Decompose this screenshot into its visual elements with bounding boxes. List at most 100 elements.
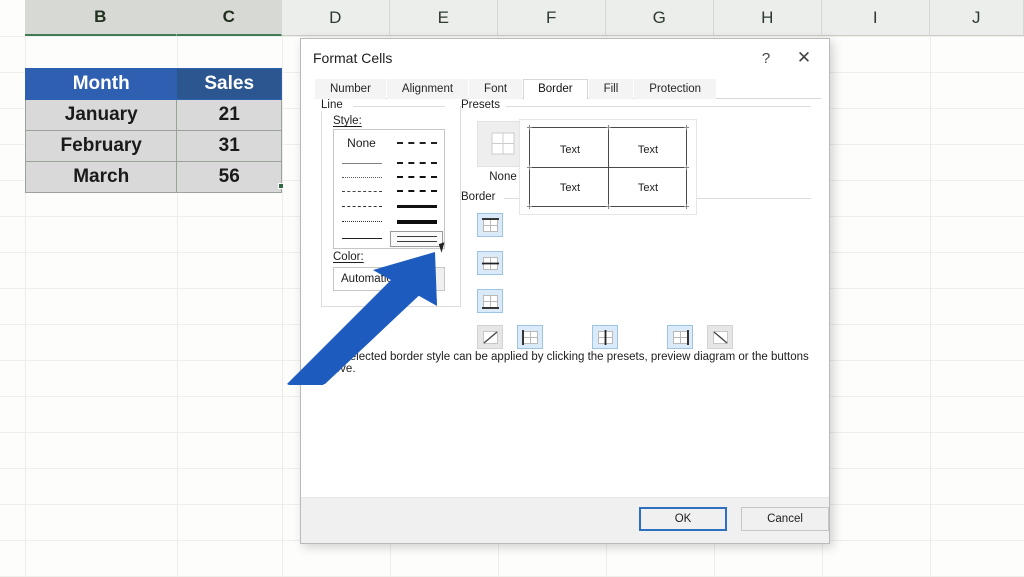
- dialog-help-text: The selected border style can be applied…: [321, 351, 813, 375]
- column-header-j[interactable]: J: [930, 0, 1024, 36]
- border-inside-vertical-button[interactable]: [592, 325, 618, 349]
- column-header-i[interactable]: I: [822, 0, 930, 36]
- style-cell-dash-dot-thick[interactable]: [389, 156, 444, 170]
- tab-border[interactable]: Border: [523, 79, 588, 99]
- border-inside-vertical-icon: [597, 330, 614, 345]
- style-cell-solid-thick[interactable]: [389, 214, 444, 230]
- style-cell-double[interactable]: [389, 230, 444, 248]
- table-row: January21: [26, 100, 282, 131]
- color-label: Color:: [333, 251, 364, 263]
- style-cell-solid-medium[interactable]: [389, 199, 444, 214]
- preview-anchor-tick: [684, 165, 689, 170]
- table-cell[interactable]: February: [26, 131, 177, 162]
- line-group-label: Line: [321, 99, 348, 111]
- preview-anchor-tick: [527, 204, 532, 209]
- style-cell-solid-thin[interactable]: [334, 230, 389, 248]
- style-cell-none[interactable]: None: [334, 130, 389, 156]
- style-cell-dotted-medium[interactable]: [334, 214, 389, 230]
- tab-alignment[interactable]: Alignment: [387, 79, 468, 99]
- border-left-button[interactable]: [517, 325, 543, 349]
- border-preview-diagram[interactable]: Text Text Text Text: [519, 119, 697, 215]
- border-right-button[interactable]: [667, 325, 693, 349]
- line-group-frame-right: [460, 106, 461, 306]
- sheet-data-table: MonthSalesJanuary21February31March56: [25, 68, 282, 193]
- border-diagonal-down-button[interactable]: [707, 325, 733, 349]
- grid-line-vertical: [930, 36, 931, 576]
- grid-line-vertical: [282, 36, 283, 576]
- table-cell[interactable]: 21: [177, 100, 282, 131]
- mouse-cursor-icon: [439, 242, 447, 252]
- table-cell[interactable]: March: [26, 162, 177, 193]
- tab-protection[interactable]: Protection: [634, 79, 716, 99]
- style-cell-dashed[interactable]: [389, 170, 444, 184]
- border-top-icon: [482, 218, 499, 233]
- tab-font[interactable]: Font: [469, 79, 522, 99]
- column-header-e[interactable]: E: [390, 0, 498, 36]
- dialog-body: Line Style: None Colo: [301, 99, 829, 497]
- table-header-cell[interactable]: Sales: [177, 69, 282, 100]
- dialog-titlebar: Format Cells ? ✕: [301, 39, 829, 77]
- presets-group-rule: [506, 106, 811, 107]
- border-left-icon: [522, 330, 539, 345]
- line-group-frame-left: [321, 106, 322, 306]
- table-header-cell[interactable]: Month: [26, 69, 177, 100]
- tab-number[interactable]: Number: [315, 79, 386, 99]
- border-bottom-icon: [482, 294, 499, 309]
- style-cell-dash-dot-dot-thick[interactable]: [389, 130, 444, 156]
- border-bottom-button[interactable]: [477, 289, 503, 313]
- border-color-dropdown[interactable]: Automatic ▼: [333, 267, 445, 291]
- border-group-label: Border: [461, 191, 501, 203]
- chevron-down-icon[interactable]: ▼: [420, 268, 444, 290]
- preview-text-cell: Text: [535, 182, 605, 194]
- close-icon[interactable]: ✕: [787, 45, 821, 71]
- table-row: February31: [26, 131, 282, 162]
- presets-group-label: Presets: [461, 99, 505, 111]
- column-header-f[interactable]: F: [498, 0, 606, 36]
- border-diagonal-up-button[interactable]: [477, 325, 503, 349]
- dialog-footer: OK Cancel: [301, 497, 829, 543]
- border-right-icon: [672, 330, 689, 345]
- cancel-button[interactable]: Cancel: [741, 507, 829, 531]
- style-cell-fine-dotted[interactable]: [334, 170, 389, 184]
- dialog-title: Format Cells: [313, 50, 392, 66]
- style-label: Style:: [333, 115, 362, 127]
- style-cell-dash-dot[interactable]: [334, 199, 389, 214]
- ok-button[interactable]: OK: [639, 507, 727, 531]
- selection-handle[interactable]: [278, 183, 284, 189]
- style-none-label: None: [347, 136, 376, 150]
- line-group-rule: [353, 106, 445, 107]
- column-header-g[interactable]: G: [606, 0, 714, 36]
- style-cell-dash-dot-dot[interactable]: [334, 184, 389, 198]
- column-header-h[interactable]: H: [714, 0, 822, 36]
- preview-anchor-tick: [606, 125, 611, 130]
- preview-horizontal-divider: [529, 167, 687, 168]
- line-group-frame-bottom: [321, 306, 461, 307]
- preview-anchor-tick: [527, 125, 532, 130]
- preset-none-icon: [488, 130, 518, 158]
- preview-anchor-tick: [527, 165, 532, 170]
- border-inside-horizontal-icon: [482, 256, 499, 271]
- preview-text-cell: Text: [613, 144, 683, 156]
- tab-fill[interactable]: Fill: [589, 79, 634, 99]
- column-header-row: BCDEFGHIJ: [0, 0, 1024, 36]
- table-row: March56: [26, 162, 282, 193]
- table-cell[interactable]: January: [26, 100, 177, 131]
- preview-text-cell: Text: [535, 144, 605, 156]
- column-header-d[interactable]: D: [282, 0, 390, 36]
- border-color-value: Automatic: [334, 273, 420, 285]
- grid-line-horizontal: [0, 36, 1024, 37]
- style-cell-dashed-medium[interactable]: [389, 184, 444, 198]
- border-diagonal-up-icon: [482, 330, 499, 345]
- column-header-b[interactable]: B: [25, 0, 177, 36]
- help-icon[interactable]: ?: [749, 45, 783, 71]
- preview-anchor-tick: [606, 204, 611, 209]
- border-top-button[interactable]: [477, 213, 503, 237]
- border-inside-horizontal-button[interactable]: [477, 251, 503, 275]
- border-diagonal-down-icon: [712, 330, 729, 345]
- table-cell[interactable]: 56: [177, 162, 282, 193]
- table-header-row: MonthSales: [26, 69, 282, 100]
- style-cell-hairline[interactable]: [334, 156, 389, 170]
- line-style-list[interactable]: None: [333, 129, 445, 249]
- table-cell[interactable]: 31: [177, 131, 282, 162]
- column-header-c[interactable]: C: [177, 0, 282, 36]
